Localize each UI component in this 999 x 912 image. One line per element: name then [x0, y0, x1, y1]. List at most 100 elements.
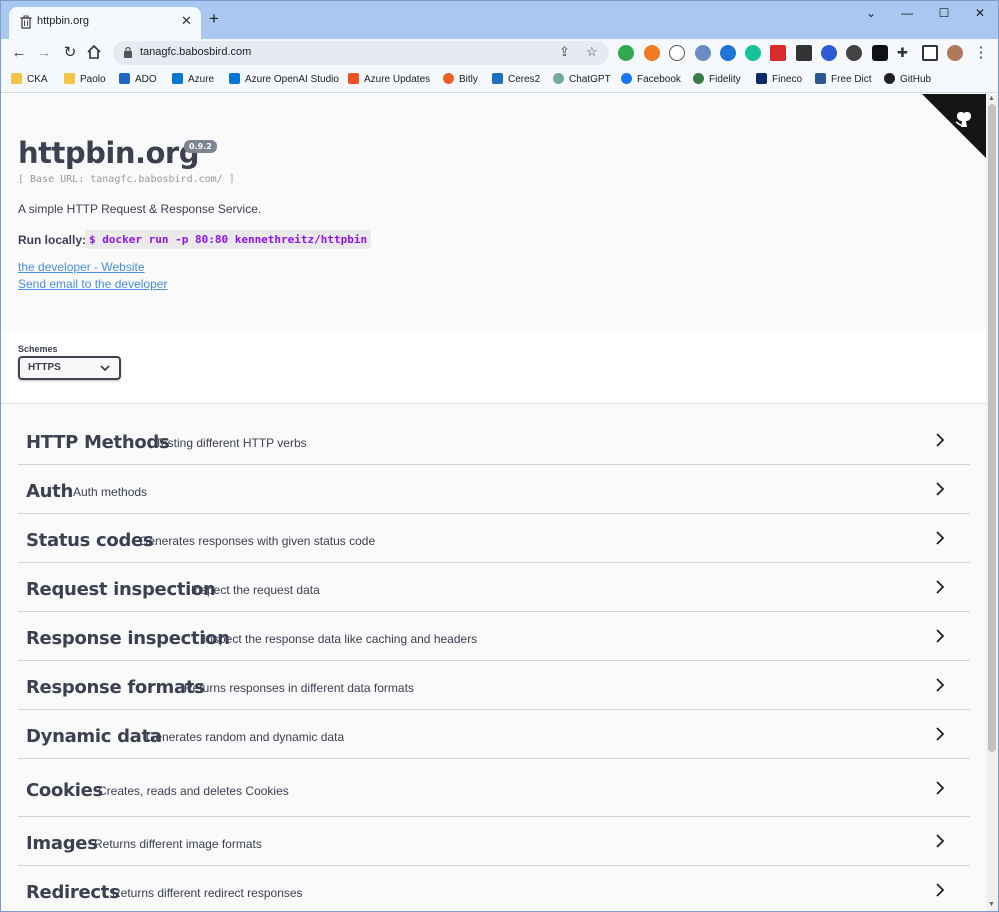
evernote-extension-icon[interactable] [618, 45, 634, 61]
operation-group-response-formats[interactable]: Response formats Returns responses in di… [18, 661, 970, 710]
bookmark-item[interactable]: ADO [119, 73, 157, 85]
bookmark-item[interactable]: Paolo [64, 73, 106, 85]
bookmark-item[interactable]: ChatGPT [553, 73, 611, 85]
chevron-right-icon[interactable] [935, 677, 945, 693]
azure-icon [172, 73, 183, 84]
operation-description: Inspect the response data like caching a… [203, 632, 478, 646]
chevron-right-icon[interactable] [935, 726, 945, 742]
page-content: httpbin.org 0.9.2 [ Base URL: tanagfc.ba… [1, 94, 986, 911]
bookmark-item[interactable]: Ceres2 [492, 73, 540, 85]
scroll-down-arrow-icon[interactable]: ▼ [988, 901, 995, 908]
trash-favicon-icon [20, 15, 32, 29]
extensions-puzzle-icon[interactable]: ✚ [897, 45, 913, 61]
page-scrollbar[interactable]: ▲ ▼ [986, 94, 998, 911]
operation-name: Status codes [26, 530, 154, 551]
operation-description: Testing different HTTP verbs [155, 436, 307, 450]
chevron-down-icon [100, 365, 110, 372]
microsoft-icon [348, 73, 359, 84]
browser-window: httpbin.org ✕ + ⌄ — ☐ ✕ ← → ↻ tanagfc.ba… [0, 0, 999, 912]
tab-httpbin[interactable]: httpbin.org ✕ [9, 7, 201, 39]
operation-name: Dynamic data [26, 726, 162, 747]
developer-email-link[interactable]: Send email to the developer [18, 277, 167, 291]
bookmark-star-icon[interactable]: ☆ [586, 44, 598, 60]
chevron-right-icon[interactable] [935, 481, 945, 497]
extension-dark-icon[interactable] [846, 45, 862, 61]
tab-close-icon[interactable]: ✕ [181, 13, 192, 29]
forward-icon[interactable]: → [34, 43, 54, 63]
operations-list: HTTP Methods Testing different HTTP verb… [18, 416, 970, 911]
operation-description: Creates, reads and deletes Cookies [98, 784, 289, 798]
operation-name: Images [26, 833, 98, 854]
share-icon[interactable]: ⇪ [559, 44, 570, 60]
bookmark-item[interactable]: GitHub [884, 73, 931, 85]
minimize-icon[interactable]: — [889, 6, 925, 20]
azure-icon [229, 73, 240, 84]
maximize-icon[interactable]: ☐ [926, 6, 962, 20]
chatgpt-icon [553, 73, 564, 84]
bookmark-item[interactable]: CKA [11, 73, 48, 85]
profile-avatar[interactable] [947, 45, 963, 61]
menu-dots-icon[interactable]: ⋮ [971, 43, 991, 63]
extension-orange-icon[interactable] [644, 45, 660, 61]
chevron-right-icon[interactable] [935, 530, 945, 546]
bookmark-item[interactable]: Free Dict [815, 73, 872, 85]
extension-grammar-icon[interactable] [669, 45, 685, 61]
operation-group-request-inspection[interactable]: Request inspection Inspect the request d… [18, 563, 970, 612]
reload-icon[interactable]: ↻ [60, 43, 80, 63]
page-title: httpbin.org [18, 136, 199, 170]
extension-blue-icon[interactable] [695, 45, 711, 61]
bookmark-item[interactable]: Azure OpenAI Studio [229, 73, 339, 85]
chevron-right-icon[interactable] [935, 628, 945, 644]
extension-red-icon[interactable] [770, 45, 786, 61]
operation-group-auth[interactable]: Auth Auth methods [18, 465, 970, 514]
grammarly-extension-icon[interactable] [745, 45, 761, 61]
url-text: tanagfc.babosbird.com [140, 46, 252, 58]
operation-group-dynamic-data[interactable]: Dynamic data Generates random and dynami… [18, 710, 970, 759]
operation-group-images[interactable]: Images Returns different image formats [18, 817, 970, 866]
folder-icon [64, 73, 75, 84]
schemes-selected-value: HTTPS [28, 362, 61, 373]
schemes-section: Schemes HTTPS [1, 332, 986, 404]
developer-website-link[interactable]: the developer - Website [18, 260, 145, 274]
chevron-right-icon[interactable] [935, 780, 945, 796]
facebook-icon [621, 73, 632, 84]
operation-name: Redirects [26, 882, 120, 903]
operation-group-cookies[interactable]: Cookies Creates, reads and deletes Cooki… [18, 759, 970, 817]
home-icon[interactable] [86, 44, 102, 60]
bookmark-item[interactable]: Bitly [443, 73, 478, 85]
operation-group-http-methods[interactable]: HTTP Methods Testing different HTTP verb… [18, 416, 970, 465]
github-octocat-icon[interactable] [952, 108, 976, 132]
schemes-select[interactable]: HTTPS [18, 356, 121, 380]
operation-group-response-inspection[interactable]: Response inspection Inspect the response… [18, 612, 970, 661]
chevron-right-icon[interactable] [935, 432, 945, 448]
side-panel-icon[interactable] [922, 45, 938, 61]
bookmark-item[interactable]: Fidelity [693, 73, 741, 85]
operation-description: Returns responses in different data form… [184, 681, 414, 695]
operation-group-status-codes[interactable]: Status codes Generates responses with gi… [18, 514, 970, 563]
extension-qr-icon[interactable] [796, 45, 812, 61]
ado-icon [119, 73, 130, 84]
address-bar[interactable]: tanagfc.babosbird.com ⇪ ☆ [113, 41, 609, 65]
tab-search-chevron-icon[interactable]: ⌄ [853, 6, 889, 20]
new-tab-icon[interactable]: + [209, 10, 219, 27]
scroll-up-arrow-icon[interactable]: ▲ [988, 95, 995, 102]
chevron-right-icon[interactable] [935, 882, 945, 898]
operation-description: Generates random and dynamic data [146, 730, 345, 744]
extension-bolt-icon[interactable] [821, 45, 837, 61]
extension-edge-icon[interactable] [720, 45, 736, 61]
back-icon[interactable]: ← [9, 43, 29, 63]
bookmark-item[interactable]: Azure [172, 73, 214, 85]
operation-group-redirects[interactable]: Redirects Returns different redirect res… [18, 866, 970, 911]
chevron-right-icon[interactable] [935, 579, 945, 595]
extension-magnet-icon[interactable] [872, 45, 888, 61]
operation-name: Request inspection [26, 579, 216, 600]
bookmark-item[interactable]: Fineco [756, 73, 802, 85]
chevron-right-icon[interactable] [935, 833, 945, 849]
tab-strip: httpbin.org ✕ + ⌄ — ☐ ✕ [1, 1, 998, 39]
scrollbar-thumb[interactable] [988, 104, 996, 752]
operation-name: Response inspection [26, 628, 230, 649]
close-window-icon[interactable]: ✕ [962, 6, 998, 20]
bookmark-item[interactable]: Facebook [621, 73, 681, 85]
bookmarks-bar: CKA Paolo ADO Azure Azure OpenAI Studio … [1, 67, 998, 93]
bookmark-item[interactable]: Azure Updates [348, 73, 430, 85]
